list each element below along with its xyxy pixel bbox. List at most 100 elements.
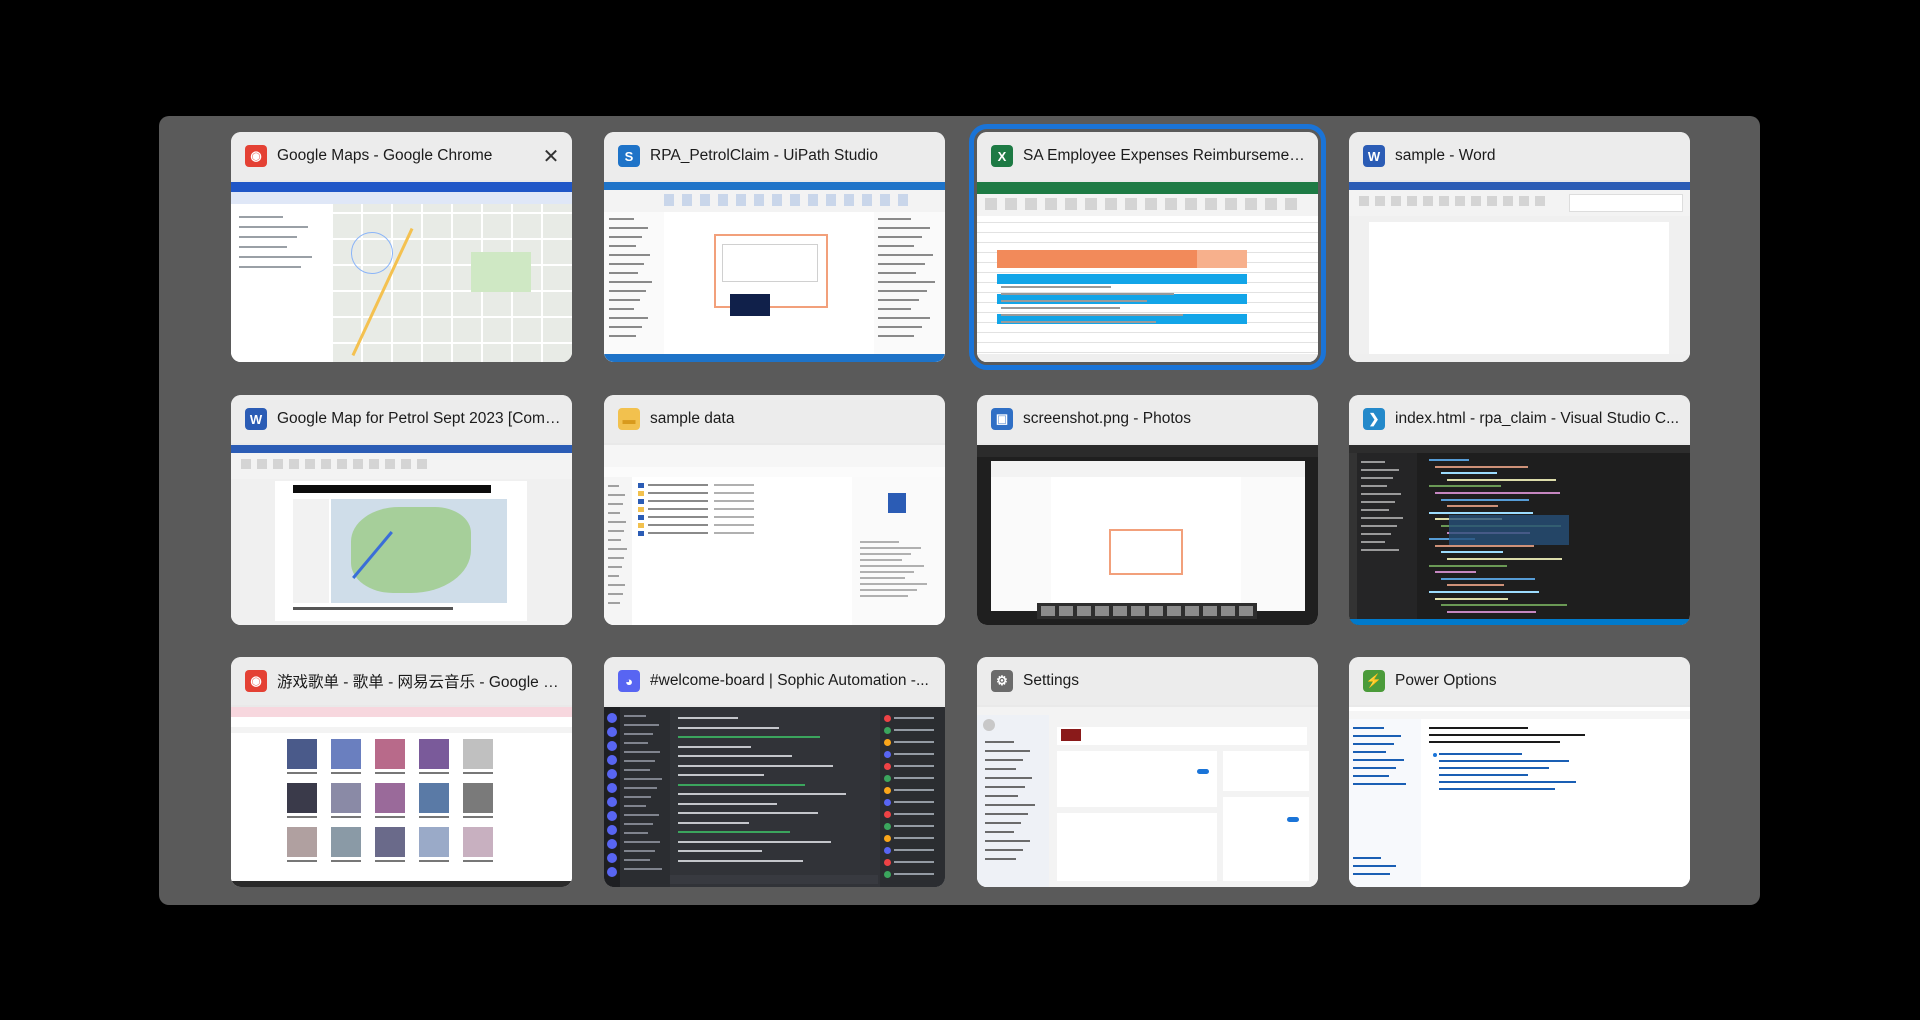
style-gallery [1569,194,1683,212]
window-title: Google Map for Petrol Sept 2023 [Comp... [277,410,562,427]
file-date [714,532,754,534]
sidebar-file [1361,549,1400,551]
window-title-bar: ▣ screenshot.png - Photos [977,395,1318,443]
nav-item [985,840,1030,842]
ribbon-button [718,194,728,206]
message-line [678,745,751,748]
map-search-circle [351,232,393,274]
code-line [1435,492,1560,494]
channel-name [624,760,655,762]
window-thumbnail-music[interactable]: ◉ 游戏歌单 - 歌单 - 网易云音乐 - Google C... [231,657,572,887]
map-road [331,204,333,362]
details-row [860,583,927,585]
cp-footer-link [1353,873,1390,875]
property-row [878,299,920,301]
cell-text [1001,307,1120,309]
discord-icon: ◕ [618,670,640,692]
window-thumbnail-word[interactable]: Wsample - Word [1349,132,1690,362]
playlist-name [331,860,361,862]
member-name [894,849,934,851]
window-thumbnail-uipath[interactable]: S RPA_PetrolClaim - UiPath Studio [604,132,945,362]
sidepanel-text [239,216,283,218]
member-name [894,801,934,803]
window-thumbnail-vscode[interactable]: ❯ index.html - rpa_claim - Visual Studio … [1349,395,1690,625]
playlist-name [419,772,449,774]
ribbon-button [385,459,395,469]
member-avatar [884,787,891,794]
filmstrip-thumb [1239,606,1253,616]
message-line [678,850,762,852]
file-date [714,500,754,502]
nav-item [985,858,1016,860]
sidebar-file [1361,493,1402,495]
playlist-name [331,772,361,774]
nav-item [985,777,1033,779]
message-line [678,736,820,738]
code-line [1447,505,1498,508]
window-thumbnail-discord[interactable]: ◕ #welcome-board | Sophic Automation -... [604,657,945,887]
cp-left-link [1353,751,1387,753]
bt-toggle [1287,817,1299,822]
window-thumbnail-explorer[interactable]: ▬ sample data [604,395,945,625]
filmstrip-thumb [1113,606,1127,616]
channel-name [624,850,655,852]
window-thumbnail-maps[interactable]: ◉ Google Maps - Google Chrome ✕ [231,132,572,362]
code-line [1441,551,1503,554]
details-row [860,553,912,555]
message-line [678,859,803,862]
cp-heading-text [1429,727,1528,729]
playlist-cover [463,827,493,857]
window-preview [1349,707,1690,887]
user-avatar [983,719,995,731]
ribbon-button [772,194,782,206]
member-avatar [884,859,891,866]
window-title-bar: ❯ index.html - rpa_claim - Visual Studio … [1349,395,1690,443]
property-row [878,263,925,265]
member-avatar [884,727,891,734]
ribbon-button [1535,196,1545,206]
details-row [860,541,899,543]
property-row [878,290,928,292]
playlist-cover [331,739,361,769]
window-thumbnail-excel[interactable]: X SA Employee Expenses Reimbursement... [969,124,1326,370]
window-preview [604,707,945,887]
window-preview [231,445,572,625]
member-avatar [884,751,891,758]
ribbon-button [401,459,411,469]
project-tree-item [609,335,636,337]
property-row [878,335,914,337]
nav-item [608,584,626,586]
map-land [351,507,471,593]
nav-item [985,822,1021,824]
window-thumbnail-photos[interactable]: ▣ screenshot.png - Photos [977,395,1318,625]
member-name [894,777,934,779]
playlist-name [419,816,449,818]
channel-name [624,868,663,870]
word-titlebar [1349,182,1690,190]
channel-name [624,733,654,735]
file-date [714,524,754,526]
window-title: Google Maps - Google Chrome [277,147,493,164]
playlist-cover [463,783,493,813]
task-switcher-panel: ◉ Google Maps - Google Chrome ✕ S RPA_Petrol… [159,116,1760,905]
window-thumbnail-settings[interactable]: ⚙ Settings [977,657,1318,887]
sidepanel-text [239,226,309,228]
file-name [648,524,708,526]
playlist-cover [331,827,361,857]
grid-row-line [977,272,1318,273]
ribbon-button [1205,198,1217,210]
settings-gear-icon: ⚙ [991,670,1013,692]
channel-name [624,841,661,843]
property-row [878,281,936,283]
window-thumbnail-power[interactable]: ⚡ Power Options [1349,657,1690,887]
code-line [1429,564,1507,567]
nav-item [985,750,1030,752]
file-name [648,484,708,486]
recommended-card [1057,751,1217,807]
close-icon[interactable]: ✕ [540,145,562,168]
window-thumbnail-wordmap[interactable]: W Google Map for Petrol Sept 2023 [Comp..… [231,395,572,625]
server-icon [607,741,617,751]
playlist-cover [419,739,449,769]
member-avatar [884,715,891,722]
window-preview [977,182,1318,362]
